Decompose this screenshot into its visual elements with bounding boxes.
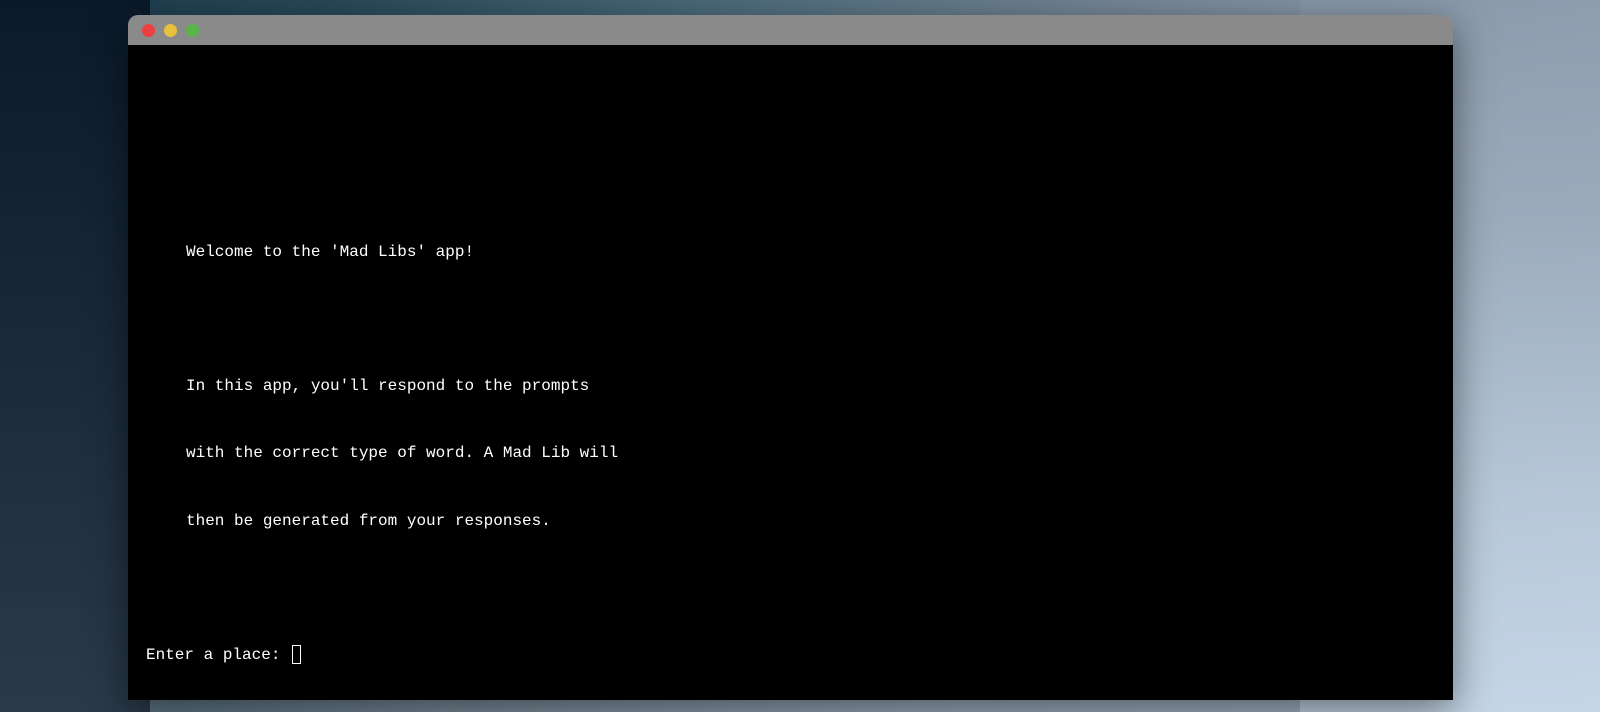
- prompt-text: Enter a place:: [146, 644, 290, 666]
- maximize-icon[interactable]: [186, 24, 199, 37]
- close-icon[interactable]: [142, 24, 155, 37]
- output-line: then be generated from your responses.: [146, 510, 1435, 532]
- output-line: with the correct type of word. A Mad Lib…: [146, 442, 1435, 464]
- output-line: In this app, you'll respond to the promp…: [146, 375, 1435, 397]
- input-prompt-line[interactable]: Enter a place:: [146, 644, 1435, 666]
- output-line: Welcome to the 'Mad Libs' app!: [146, 241, 1435, 263]
- terminal-content[interactable]: Welcome to the 'Mad Libs' app! In this a…: [128, 45, 1453, 700]
- cursor-icon: [292, 645, 301, 664]
- window-title-bar[interactable]: [128, 15, 1453, 45]
- terminal-window: Welcome to the 'Mad Libs' app! In this a…: [128, 15, 1453, 700]
- minimize-icon[interactable]: [164, 24, 177, 37]
